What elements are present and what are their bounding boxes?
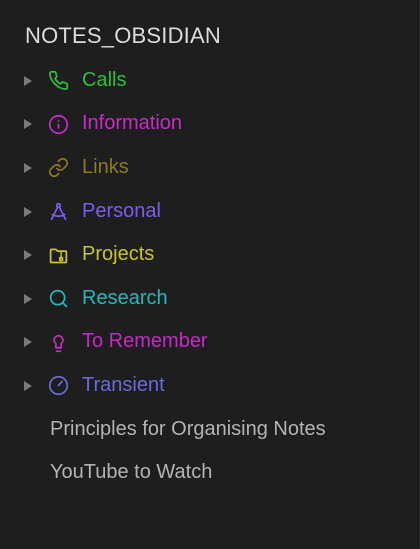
folder-label: Personal (82, 199, 161, 222)
chevron-right-icon[interactable] (24, 119, 32, 130)
chevron-right-icon[interactable] (24, 380, 32, 391)
folder-label: Research (82, 286, 168, 309)
folder-to-remember[interactable]: To Remember (0, 321, 419, 365)
folder-label: Projects (82, 243, 155, 266)
phone-icon (47, 70, 69, 92)
folder-label: Information (82, 112, 183, 135)
file-youtube-to-watch[interactable]: YouTube to Watch (0, 451, 419, 495)
folder-label: Calls (82, 68, 127, 91)
file-principles-for-organising-notes[interactable]: Principles for Organising Notes (0, 408, 419, 452)
folder-research[interactable]: Research (0, 277, 419, 321)
folder-transient[interactable]: Transient (0, 364, 419, 408)
folder-projects[interactable]: Projects (0, 233, 419, 277)
search-icon (47, 288, 69, 310)
chevron-right-icon[interactable] (24, 250, 32, 261)
folder-personal[interactable]: Personal (0, 190, 419, 234)
folder-information[interactable]: Information (0, 103, 419, 147)
folder-label: Transient (82, 373, 165, 396)
vault-title[interactable]: NOTES_OBSIDIAN (25, 23, 221, 49)
compass-drafting-icon (47, 201, 69, 223)
folder-archive-icon (47, 244, 69, 266)
file-explorer-pane: NOTES_OBSIDIAN Calls Information Links P… (0, 0, 420, 549)
info-icon (47, 113, 69, 135)
link-icon (47, 157, 69, 179)
chevron-right-icon[interactable] (24, 293, 32, 304)
chevron-right-icon[interactable] (24, 337, 32, 348)
file-label: Principles for Organising Notes (50, 417, 326, 440)
folder-label: Links (82, 156, 129, 179)
folder-links[interactable]: Links (0, 146, 419, 190)
chevron-right-icon[interactable] (24, 75, 32, 86)
chevron-right-icon[interactable] (24, 206, 32, 217)
folder-calls[interactable]: Calls (0, 59, 419, 103)
folder-label: To Remember (82, 330, 208, 353)
lightbulb-icon (47, 331, 69, 353)
file-label: YouTube to Watch (50, 461, 213, 484)
chevron-right-icon[interactable] (24, 162, 32, 173)
file-tree: Calls Information Links Personal Project… (0, 59, 419, 495)
gauge-icon (47, 375, 69, 397)
